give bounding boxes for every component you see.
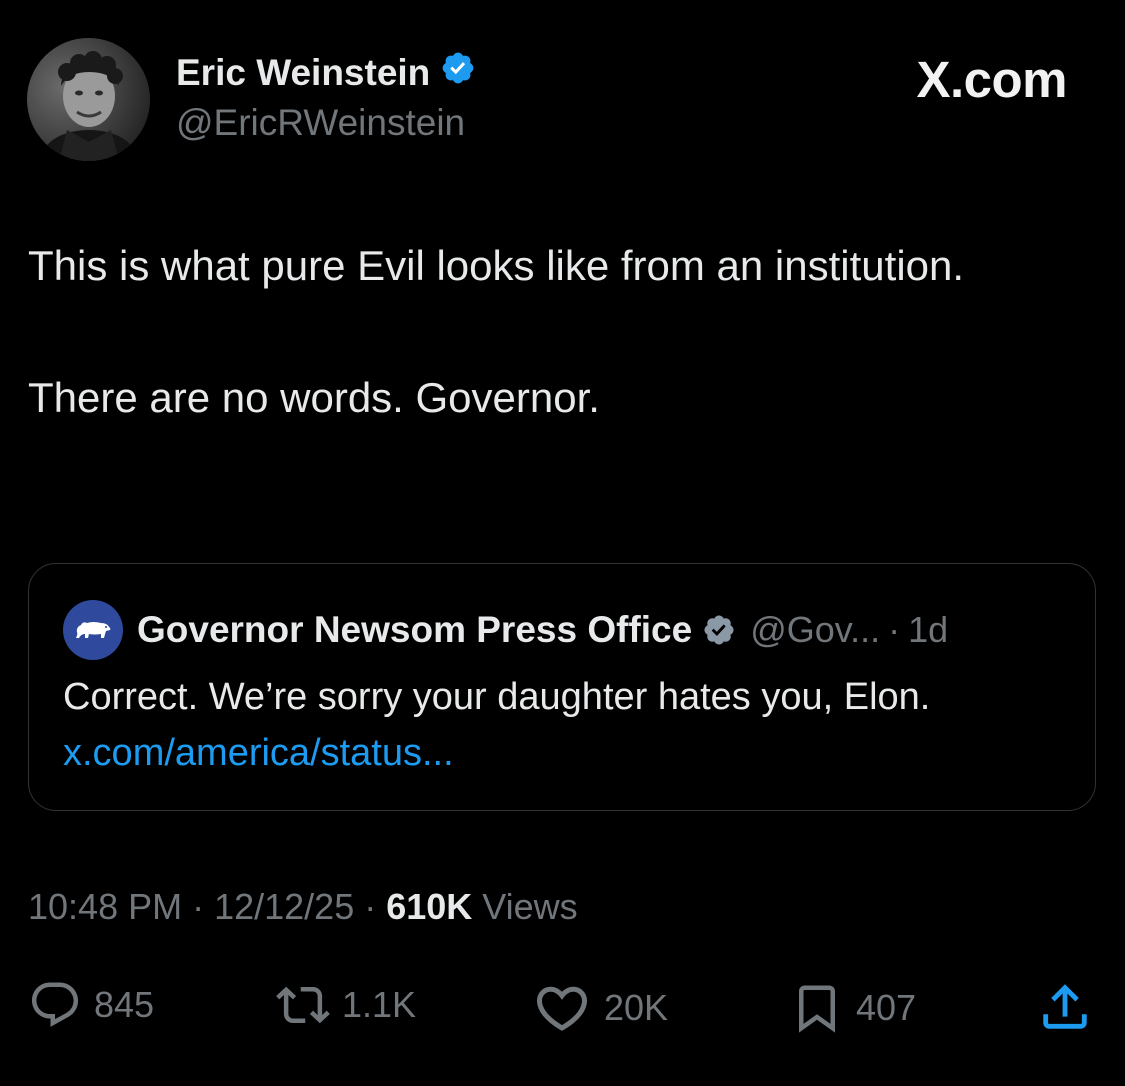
reply-icon bbox=[28, 978, 82, 1032]
share-button[interactable] bbox=[1036, 978, 1094, 1036]
tweet-meta: 10:48 PM · 12/12/25 · 610K Views bbox=[28, 886, 578, 928]
quoted-tweet-time[interactable]: 1d bbox=[908, 609, 948, 651]
bookmark-count: 407 bbox=[856, 987, 917, 1028]
author-display-name[interactable]: Eric Weinstein bbox=[176, 52, 430, 94]
tweet-date[interactable]: 12/12/25 bbox=[214, 886, 354, 928]
verified-badge-icon bbox=[440, 50, 476, 95]
views-count[interactable]: 610K bbox=[386, 886, 472, 928]
quoted-tweet-card[interactable]: Governor Newsom Press Office @Gov... · 1… bbox=[28, 563, 1096, 811]
quoted-author-name[interactable]: Governor Newsom Press Office bbox=[137, 609, 692, 651]
california-bear-icon[interactable] bbox=[63, 600, 123, 660]
author-avatar[interactable] bbox=[27, 38, 150, 161]
bookmark-icon bbox=[790, 978, 844, 1038]
quoted-author-handle[interactable]: @Gov... bbox=[750, 609, 880, 651]
like-count: 20K bbox=[604, 987, 669, 1028]
author-handle[interactable]: @EricRWeinstein bbox=[176, 102, 465, 144]
heart-icon bbox=[532, 978, 592, 1038]
like-button[interactable]: 20K bbox=[532, 978, 668, 1038]
author-name-row[interactable]: Eric Weinstein bbox=[176, 50, 476, 95]
share-icon bbox=[1036, 978, 1094, 1036]
tweet-paragraph: There are no words. Governor. bbox=[28, 374, 600, 421]
tweet-action-bar: 845 1.1K 20K 407 bbox=[0, 978, 1125, 1038]
tweet-text: This is what pure Evil looks like from a… bbox=[28, 234, 1078, 430]
views-label[interactable]: Views bbox=[482, 886, 577, 928]
tweet-time[interactable]: 10:48 PM bbox=[28, 886, 182, 928]
separator-dot: · bbox=[364, 886, 377, 927]
separator-dot: · bbox=[888, 609, 901, 650]
quoted-tweet-text: Correct. We’re sorry your daughter hates… bbox=[63, 676, 931, 718]
repost-count: 1.1K bbox=[342, 984, 417, 1025]
repost-button[interactable]: 1.1K bbox=[276, 978, 416, 1032]
reply-count: 845 bbox=[94, 984, 155, 1025]
reply-button[interactable]: 845 bbox=[28, 978, 154, 1032]
repost-icon bbox=[276, 978, 330, 1032]
brand-logo: X.com bbox=[916, 51, 1067, 108]
quoted-tweet-header: Governor Newsom Press Office @Gov... · 1… bbox=[63, 600, 948, 660]
separator-dot: · bbox=[192, 886, 205, 927]
verified-badge-icon bbox=[702, 613, 736, 647]
tweet-paragraph: This is what pure Evil looks like from a… bbox=[28, 242, 965, 289]
bookmark-button[interactable]: 407 bbox=[790, 978, 916, 1038]
quoted-tweet-link[interactable]: x.com/america/status... bbox=[63, 732, 454, 775]
